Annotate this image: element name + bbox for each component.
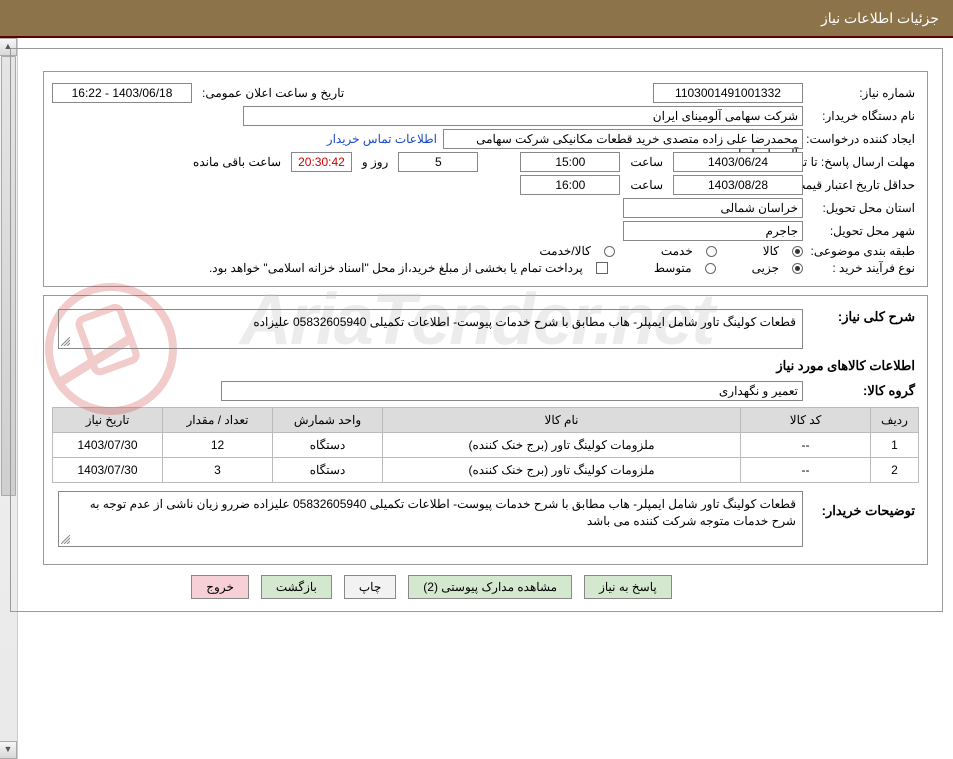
announce-date-value: 1403/06/18 - 16:22: [52, 83, 192, 103]
col-row: ردیف: [871, 408, 919, 433]
deadline-date-value: 1403/06/24: [673, 152, 803, 172]
cell-date: 1403/07/30: [53, 433, 163, 458]
general-desc-label: شرح کلی نیاز:: [809, 309, 919, 325]
proc-medium-label: متوسط: [650, 261, 696, 275]
cell-unit: دستگاه: [273, 433, 383, 458]
category-label: طبقه بندی موضوعی:: [809, 244, 919, 258]
category-goods-radio[interactable]: [792, 246, 803, 257]
req-number-value: 1103001491001332: [653, 83, 803, 103]
category-service-label: خدمت: [657, 244, 697, 258]
table-row: 1 -- ملزومات کولینگ تاور (برج خنک کننده)…: [53, 433, 919, 458]
proc-partial-label: جزیی: [748, 261, 783, 275]
reply-button[interactable]: پاسخ به نیاز: [584, 575, 672, 599]
cell-unit: دستگاه: [273, 458, 383, 483]
goods-group-value: تعمیر و نگهداری: [221, 381, 803, 401]
table-header-row: ردیف کد کالا نام کالا واحد شمارش تعداد /…: [53, 408, 919, 433]
cell-name: ملزومات کولینگ تاور (برج خنک کننده): [383, 458, 741, 483]
col-code: کد کالا: [741, 408, 871, 433]
watermark-stamp-icon: [41, 279, 181, 419]
resize-handle-icon[interactable]: [61, 535, 70, 544]
city-value: جاجرم: [623, 221, 803, 241]
page-header: جزئیات اطلاعات نیاز: [0, 0, 953, 38]
buyer-notes-textarea[interactable]: قطعات کولینگ تاور شامل ایمپلر- هاب مطابق…: [58, 491, 803, 547]
cell-code: --: [741, 458, 871, 483]
exit-button[interactable]: خروج: [191, 575, 249, 599]
details-panel: شماره نیاز: 1103001491001332 تاریخ و ساع…: [43, 71, 928, 287]
validity-label: حداقل تاریخ اعتبار قیمت: تا تاریخ:: [809, 178, 919, 192]
province-label: استان محل تحویل:: [809, 201, 919, 215]
scroll-down-button[interactable]: ▼: [0, 741, 17, 759]
announce-date-label: تاریخ و ساعت اعلان عمومی:: [198, 86, 348, 100]
general-desc-textarea[interactable]: قطعات کولینگ تاور شامل ایمپلر- هاب مطابق…: [58, 309, 803, 349]
buyer-org-value: شرکت سهامی آلومینای ایران: [243, 106, 803, 126]
category-both-label: کالا/خدمت: [535, 244, 594, 258]
goods-panel: شرح کلی نیاز: قطعات کولینگ تاور شامل ایم…: [43, 295, 928, 565]
remaining-label: ساعت باقی مانده: [189, 155, 285, 169]
cell-date: 1403/07/30: [53, 458, 163, 483]
items-table: ردیف کد کالا نام کالا واحد شمارش تعداد /…: [52, 407, 919, 483]
view-attachments-button[interactable]: مشاهده مدارک پیوستی (2): [408, 575, 572, 599]
col-unit: واحد شمارش: [273, 408, 383, 433]
category-goods-label: کالا: [759, 244, 783, 258]
cell-qty: 12: [163, 433, 273, 458]
cell-qty: 3: [163, 458, 273, 483]
general-desc-value: قطعات کولینگ تاور شامل ایمپلر- هاب مطابق…: [253, 315, 796, 329]
col-name: نام کالا: [383, 408, 741, 433]
requester-label: ایجاد کننده درخواست:: [809, 132, 919, 146]
req-number-label: شماره نیاز:: [809, 86, 919, 100]
deadline-label: مهلت ارسال پاسخ: تا تاریخ:: [809, 155, 919, 169]
days-and-label: روز و: [358, 155, 393, 169]
proc-medium-radio[interactable]: [705, 263, 716, 274]
category-service-radio[interactable]: [706, 246, 717, 257]
days-left-value: 5: [398, 152, 478, 172]
validity-hour-value: 16:00: [520, 175, 620, 195]
buyer-contact-link[interactable]: اطلاعات تماس خریدار: [327, 132, 437, 146]
hour-label-1: ساعت: [626, 155, 667, 169]
cell-code: --: [741, 433, 871, 458]
button-bar: پاسخ به نیاز مشاهده مدارک پیوستی (2) چاپ…: [11, 575, 942, 599]
deadline-hour-value: 15:00: [520, 152, 620, 172]
category-both-radio[interactable]: [604, 246, 615, 257]
table-row: 2 -- ملزومات کولینگ تاور (برج خنک کننده)…: [53, 458, 919, 483]
content-frame: AriaTender.net شماره نیاز: 1103001491001…: [10, 48, 943, 612]
hour-label-2: ساعت: [626, 178, 667, 192]
countdown-value: 20:30:42: [291, 152, 352, 172]
treasury-note: پرداخت تمام یا بخشی از مبلغ خرید،از محل …: [205, 261, 587, 275]
cell-row: 2: [871, 458, 919, 483]
cell-name: ملزومات کولینگ تاور (برج خنک کننده): [383, 433, 741, 458]
city-label: شهر محل تحویل:: [809, 224, 919, 238]
page-title: جزئیات اطلاعات نیاز: [821, 10, 939, 26]
print-button[interactable]: چاپ: [344, 575, 396, 599]
treasury-checkbox[interactable]: [596, 262, 608, 274]
requester-value: محمدرضا علی زاده متصدی خرید قطعات مکانیک…: [443, 129, 803, 149]
buyer-org-label: نام دستگاه خریدار:: [809, 109, 919, 123]
resize-handle-icon[interactable]: [61, 337, 70, 346]
back-button[interactable]: بازگشت: [261, 575, 332, 599]
validity-date-value: 1403/08/28: [673, 175, 803, 195]
buyer-notes-value: قطعات کولینگ تاور شامل ایمپلر- هاب مطابق…: [90, 497, 796, 528]
province-value: خراسان شمالی: [623, 198, 803, 218]
goods-group-label: گروه کالا:: [809, 383, 919, 399]
proc-type-label: نوع فرآیند خرید :: [809, 261, 919, 275]
cell-row: 1: [871, 433, 919, 458]
buyer-notes-label: توضیحات خریدار:: [809, 491, 919, 519]
proc-partial-radio[interactable]: [792, 263, 803, 274]
